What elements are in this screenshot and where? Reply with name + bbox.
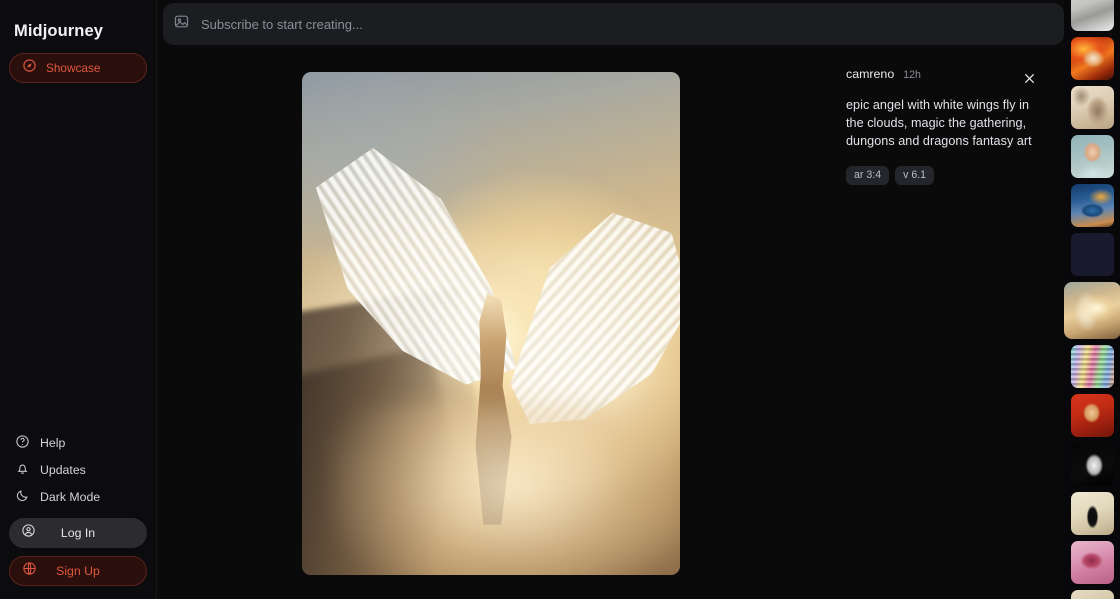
tag-aspect-ratio[interactable]: ar 3:4 xyxy=(846,166,890,185)
thumbnail-lava-fire-figure xyxy=(1071,37,1114,80)
thumbnail-smiling-woman-portrait xyxy=(1071,135,1114,178)
thumbnail-blue-monster-character xyxy=(1071,233,1114,276)
rail-thumbnail[interactable] xyxy=(1071,541,1114,584)
rail-thumbnail[interactable] xyxy=(1071,492,1114,535)
image-icon[interactable] xyxy=(173,13,190,35)
moon-icon xyxy=(15,488,30,506)
tag-version[interactable]: v 6.1 xyxy=(895,166,935,185)
thumbnail-red-hand-painting xyxy=(1071,394,1114,437)
hero-image[interactable] xyxy=(302,72,680,575)
showcase-label: Showcase xyxy=(46,61,101,75)
rail-thumbnail[interactable] xyxy=(1064,282,1120,339)
brand-title: Midjourney xyxy=(14,21,104,40)
rail-thumbnail[interactable] xyxy=(1071,233,1114,276)
rail-thumbnail[interactable] xyxy=(1071,37,1114,80)
rail-thumbnail[interactable] xyxy=(1071,345,1114,388)
rail-thumbnail[interactable] xyxy=(1071,394,1114,437)
prompt-text: epic angel with white wings fly in the c… xyxy=(846,98,1032,148)
user-circle-icon xyxy=(21,523,36,543)
rail-thumbnail[interactable] xyxy=(1071,184,1114,227)
parameter-tags: ar 3:4 v 6.1 xyxy=(846,166,1048,185)
sidebar-item-help[interactable]: Help xyxy=(9,430,147,456)
app-root: Midjourney Showcase Help Updates Dark Mo… xyxy=(0,0,1120,599)
thumbnail-beige-arch-interior xyxy=(1071,86,1114,129)
author-name[interactable]: camreno xyxy=(846,67,894,81)
sidebar: Midjourney Showcase Help Updates Dark Mo… xyxy=(0,0,157,599)
prompt-input[interactable] xyxy=(190,16,1052,32)
close-icon[interactable] xyxy=(1018,67,1040,89)
sidebar-bottom-group: Help Updates Dark Mode Log In Sign Up xyxy=(9,430,147,586)
sidebar-item-dark-mode-label: Dark Mode xyxy=(40,489,101,504)
sidebar-item-updates[interactable]: Updates xyxy=(9,457,147,483)
question-circle-icon xyxy=(15,434,30,452)
rail-thumbnail[interactable] xyxy=(1071,86,1114,129)
sign-up-button[interactable]: Sign Up xyxy=(9,556,147,586)
rail-thumbnail[interactable] xyxy=(1071,590,1114,599)
sidebar-item-help-label: Help xyxy=(40,435,66,450)
thumbnail-glitch-art-portrait xyxy=(1071,345,1114,388)
thumbnail-pale-abstract-texture xyxy=(1071,590,1114,599)
thumbnail-black-high-heel-shoe xyxy=(1071,0,1114,31)
artwork-cloud-bottom xyxy=(332,403,680,575)
sidebar-item-dark-mode[interactable]: Dark Mode xyxy=(9,484,147,510)
sidebar-item-updates-label: Updates xyxy=(40,462,86,477)
post-age: 12h xyxy=(903,69,921,81)
prompt-bar[interactable] xyxy=(163,3,1064,45)
thumbnail-black-dress-silhouette xyxy=(1071,492,1114,535)
rail-thumbnail[interactable] xyxy=(1071,0,1114,31)
rail-thumbnail[interactable] xyxy=(1071,135,1114,178)
image-viewer: camreno 12h epic angel with white wings … xyxy=(157,47,1064,599)
bell-icon xyxy=(15,461,30,479)
rail-thumbnail[interactable] xyxy=(1071,443,1114,486)
thumbnail-rail[interactable] xyxy=(1064,0,1120,599)
thumbnail-white-unicorn-black xyxy=(1071,443,1114,486)
compass-icon xyxy=(22,58,37,78)
main-area: camreno 12h epic angel with white wings … xyxy=(157,0,1120,599)
showcase-button[interactable]: Showcase xyxy=(9,53,147,83)
hero-artwork xyxy=(302,72,680,575)
globe-icon xyxy=(22,561,37,581)
thumbnail-pink-bird-feathers xyxy=(1071,541,1114,584)
thumbnail-blue-whale-sky xyxy=(1071,184,1114,227)
thumbnail-golden-angel-clouds xyxy=(1064,282,1120,339)
log-in-button[interactable]: Log In xyxy=(9,518,147,548)
